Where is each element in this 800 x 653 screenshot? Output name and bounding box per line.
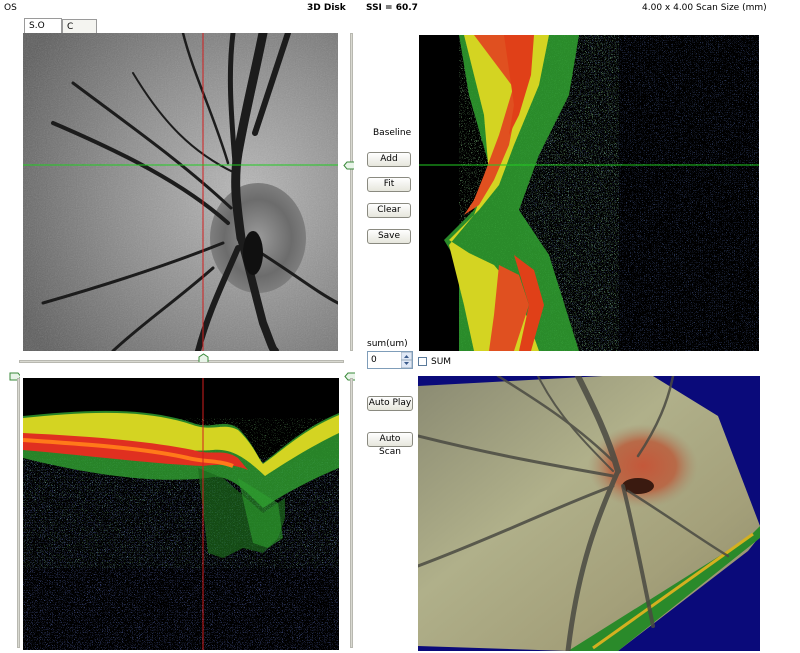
eye-label: OS xyxy=(4,3,17,13)
clear-button[interactable]: Clear xyxy=(367,203,411,218)
vertical-bscan-image[interactable] xyxy=(419,35,759,351)
horizontal-bscan-graphic xyxy=(23,378,339,650)
auto-play-button[interactable]: Auto Play xyxy=(367,396,413,411)
add-button[interactable]: Add xyxy=(367,152,411,167)
fundus-horizontal-slider[interactable] xyxy=(19,360,344,363)
vertical-slider-handle[interactable] xyxy=(343,161,354,170)
sum-checkbox-label: SUM xyxy=(431,357,452,367)
scan-size-label: 4.00 x 4.00 Scan Size (mm) xyxy=(642,3,767,13)
fundus-enface-graphic xyxy=(23,33,338,351)
bscan-right-slider[interactable] xyxy=(350,378,353,648)
stepper-arrows-icon[interactable] xyxy=(401,352,412,368)
sum-um-label: sum(um) xyxy=(367,339,408,349)
vertical-bscan-graphic xyxy=(419,35,759,351)
bscan-left-slider[interactable] xyxy=(17,378,20,648)
fundus-3d-render[interactable] xyxy=(418,376,760,651)
fundus-vertical-slider[interactable] xyxy=(350,33,353,351)
tab-c-scan[interactable]: C Scan xyxy=(62,19,97,46)
fundus-enface-image[interactable] xyxy=(23,33,338,351)
tab-so-label: S.O xyxy=(29,21,45,31)
fundus-3d-graphic xyxy=(418,376,760,651)
sum-checkbox[interactable] xyxy=(418,357,427,366)
tab-so[interactable]: S.O xyxy=(24,18,62,33)
auto-scan-button[interactable]: Auto Scan xyxy=(367,432,413,457)
ssi-label: SSI = 60.7 xyxy=(366,3,418,13)
baseline-label: Baseline xyxy=(373,128,412,138)
horizontal-bscan-image[interactable] xyxy=(23,378,339,650)
fit-button[interactable]: Fit xyxy=(367,177,411,192)
sum-stepper-value: 0 xyxy=(371,355,377,365)
mode-label: 3D Disk xyxy=(307,3,346,13)
sum-stepper[interactable]: 0 xyxy=(367,351,413,369)
save-button[interactable]: Save xyxy=(367,229,411,244)
horizontal-slider-handle[interactable] xyxy=(198,353,209,362)
